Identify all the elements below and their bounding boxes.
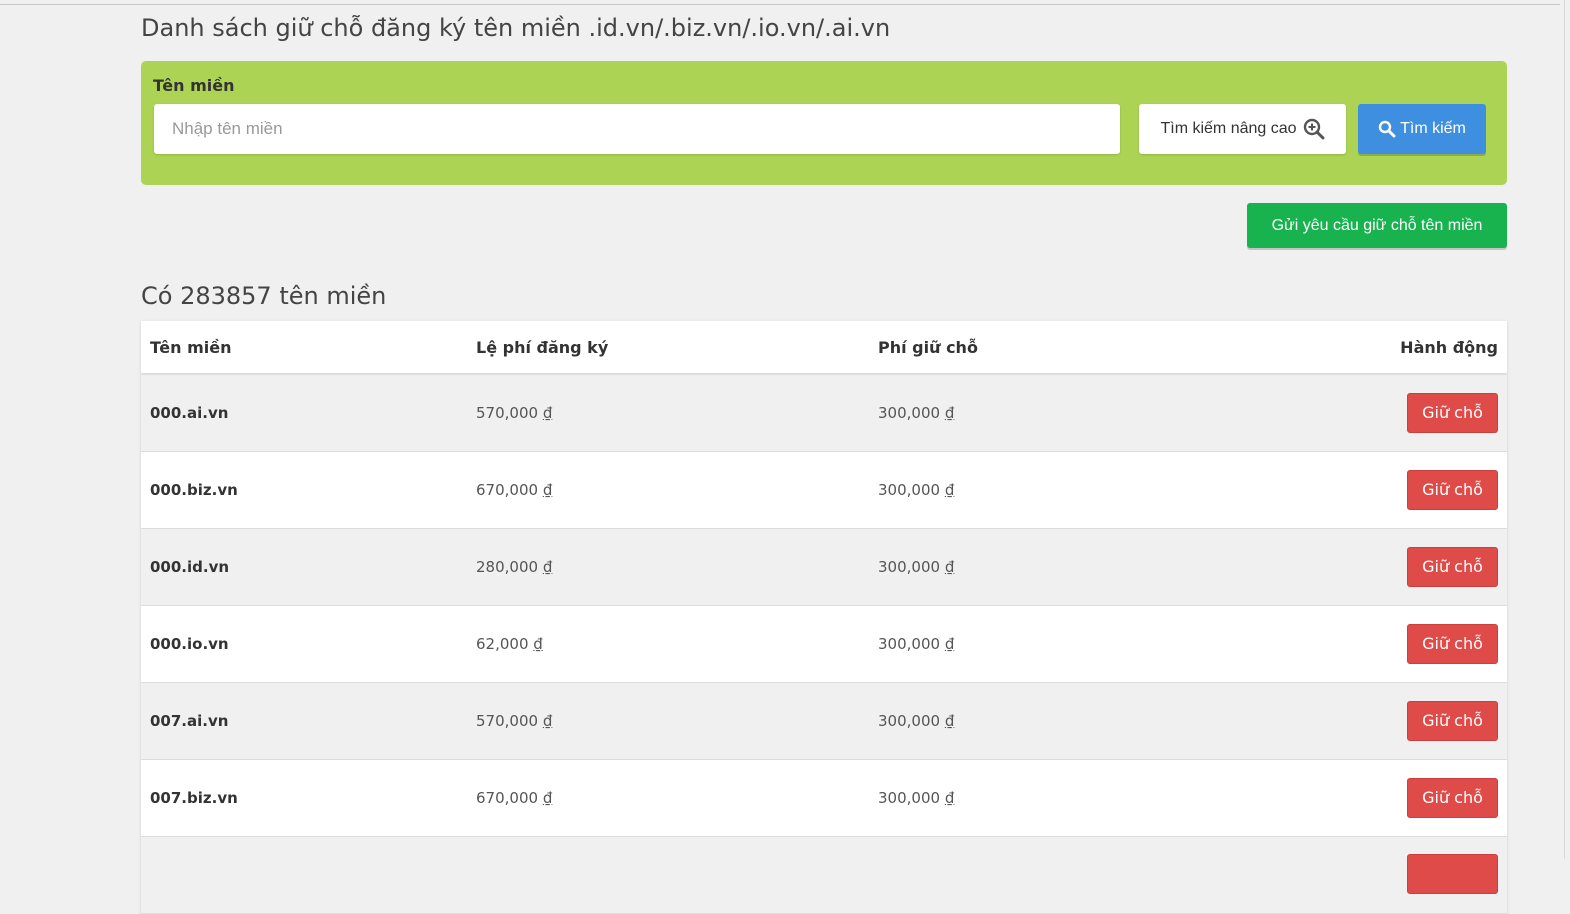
top-divider — [0, 4, 1560, 5]
action-cell: Giữ chỗ — [1271, 605, 1507, 682]
currency-symbol: ₫ — [944, 403, 955, 422]
hold-fee-cell — [869, 836, 1271, 913]
search-icon — [1378, 120, 1396, 138]
hold-fee-value: 300,000 — [878, 557, 941, 576]
action-cell: Giữ chỗ — [1271, 682, 1507, 759]
registration-fee-value: 670,000 — [476, 480, 539, 499]
request-hold-domain-button[interactable]: Gửi yêu cầu giữ chỗ tên miền — [1247, 203, 1507, 248]
header-action: Hành động — [1400, 337, 1498, 357]
registration-fee-cell: 570,000 ₫ — [467, 374, 869, 451]
registration-fee-cell — [467, 836, 869, 913]
search-button[interactable]: Tìm kiếm — [1358, 104, 1486, 154]
advanced-search-button[interactable]: Tìm kiếm nâng cao — [1139, 104, 1346, 154]
currency-symbol: ₫ — [533, 634, 543, 653]
hold-domain-button[interactable]: Giữ chỗ — [1407, 469, 1498, 510]
hold-fee-value: 300,000 — [878, 788, 941, 807]
registration-fee-cell: 280,000 ₫ — [467, 528, 869, 605]
header-hold-fee: Phí giữ chỗ — [878, 337, 978, 357]
table-row: 000.ai.vn 570,000 ₫ 300,000 ₫ Giữ chỗ — [141, 374, 1507, 451]
action-cell: Giữ chỗ — [1271, 374, 1507, 451]
currency-symbol: ₫ — [944, 557, 955, 576]
registration-fee-value: 62,000 — [476, 634, 529, 653]
domain-search-input[interactable] — [154, 104, 1120, 154]
domain-name-cell: 007.biz.vn — [150, 788, 238, 807]
domain-name-cell — [141, 836, 467, 913]
currency-symbol: ₫ — [944, 634, 955, 653]
hold-fee-cell: 300,000 ₫ — [869, 759, 1271, 836]
hold-domain-button[interactable] — [1407, 853, 1498, 894]
header-registration-fee: Lệ phí đăng ký — [476, 337, 609, 357]
hold-fee-cell: 300,000 ₫ — [869, 605, 1271, 682]
registration-fee-cell: 670,000 ₫ — [467, 759, 869, 836]
hold-fee-cell: 300,000 ₫ — [869, 374, 1271, 451]
page-title: Danh sách giữ chỗ đăng ký tên miền .id.v… — [141, 14, 891, 42]
table-row: 000.id.vn 280,000 ₫ 300,000 ₫ Giữ chỗ — [141, 528, 1507, 605]
action-cell: Giữ chỗ — [1271, 451, 1507, 528]
currency-symbol: ₫ — [944, 711, 955, 730]
registration-fee-cell: 670,000 ₫ — [467, 451, 869, 528]
table-header-row: Tên miền Lệ phí đăng ký Phí giữ chỗ Hành… — [141, 321, 1507, 374]
currency-symbol: ₫ — [542, 788, 553, 807]
hold-fee-value: 300,000 — [878, 403, 941, 422]
action-cell: Giữ chỗ — [1271, 759, 1507, 836]
currency-symbol: ₫ — [944, 480, 955, 499]
registration-fee-cell: 570,000 ₫ — [467, 682, 869, 759]
domain-name-cell: 000.io.vn — [150, 634, 229, 653]
registration-fee-value: 670,000 — [476, 788, 539, 807]
action-cell — [1271, 836, 1507, 913]
results-count: Có 283857 tên miền — [141, 282, 387, 310]
hold-domain-button[interactable]: Giữ chỗ — [1407, 623, 1498, 664]
domain-name-cell: 000.biz.vn — [150, 480, 238, 499]
scrollbar-edge — [1564, 0, 1565, 859]
hold-domain-button[interactable]: Giữ chỗ — [1407, 392, 1498, 433]
hold-domain-button[interactable]: Giữ chỗ — [1407, 777, 1498, 818]
hold-fee-value: 300,000 — [878, 711, 941, 730]
domain-table: Tên miền Lệ phí đăng ký Phí giữ chỗ Hành… — [141, 321, 1507, 914]
hold-fee-cell: 300,000 ₫ — [869, 451, 1271, 528]
currency-symbol: ₫ — [542, 480, 553, 499]
domain-name-cell: 007.ai.vn — [150, 711, 229, 730]
hold-fee-cell: 300,000 ₫ — [869, 682, 1271, 759]
hold-domain-button[interactable]: Giữ chỗ — [1407, 546, 1498, 587]
table-row — [141, 836, 1507, 913]
header-domain: Tên miền — [150, 337, 232, 357]
registration-fee-value: 570,000 — [476, 403, 539, 422]
hold-fee-cell: 300,000 ₫ — [869, 528, 1271, 605]
domain-name-cell: 000.ai.vn — [150, 403, 229, 422]
search-panel: Tên miền Tìm kiếm nâng cao Tìm kiếm — [141, 61, 1507, 185]
search-button-label: Tìm kiếm — [1400, 120, 1466, 137]
search-label: Tên miền — [153, 76, 235, 95]
currency-symbol: ₫ — [944, 788, 955, 807]
domain-name-cell: 000.id.vn — [150, 557, 230, 576]
hold-fee-value: 300,000 — [878, 480, 941, 499]
registration-fee-value: 280,000 — [476, 557, 539, 576]
zoom-in-icon — [1303, 118, 1325, 140]
registration-fee-value: 570,000 — [476, 711, 539, 730]
table-row: 007.biz.vn 670,000 ₫ 300,000 ₫ Giữ chỗ — [141, 759, 1507, 836]
currency-symbol: ₫ — [542, 711, 553, 730]
domain-table-container: Tên miền Lệ phí đăng ký Phí giữ chỗ Hành… — [141, 321, 1507, 914]
table-row: 000.biz.vn 670,000 ₫ 300,000 ₫ Giữ chỗ — [141, 451, 1507, 528]
action-cell: Giữ chỗ — [1271, 528, 1507, 605]
hold-domain-button[interactable]: Giữ chỗ — [1407, 700, 1498, 741]
registration-fee-cell: 62,000 ₫ — [467, 605, 869, 682]
hold-fee-value: 300,000 — [878, 634, 941, 653]
currency-symbol: ₫ — [542, 557, 553, 576]
currency-symbol: ₫ — [542, 403, 553, 422]
table-row: 007.ai.vn 570,000 ₫ 300,000 ₫ Giữ chỗ — [141, 682, 1507, 759]
advanced-search-label: Tìm kiếm nâng cao — [1160, 120, 1297, 137]
table-row: 000.io.vn 62,000 ₫ 300,000 ₫ Giữ chỗ — [141, 605, 1507, 682]
